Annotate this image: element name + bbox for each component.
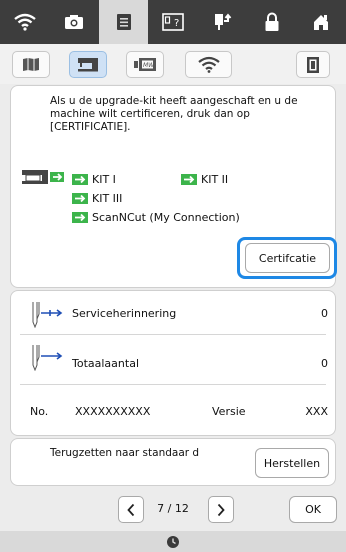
kit-label: ScanNCut (My Connection) bbox=[92, 211, 240, 224]
sewing-machine-icon bbox=[78, 58, 98, 72]
wifi-icon bbox=[197, 56, 220, 73]
tab-lock[interactable] bbox=[247, 0, 296, 44]
certificate-button[interactable]: Certifcatie bbox=[245, 243, 330, 273]
next-page-button[interactable] bbox=[208, 496, 234, 523]
tab-needle[interactable] bbox=[198, 0, 247, 44]
total-count-value: 0 bbox=[321, 357, 328, 370]
reset-description: Terugzetten naar standaar d bbox=[50, 447, 200, 459]
wifi-icon bbox=[13, 13, 36, 31]
lock-icon bbox=[265, 12, 279, 31]
service-reminder-value: 0 bbox=[321, 307, 328, 320]
help-screen-icon: ? bbox=[162, 13, 184, 31]
embroidery-icon: MW bbox=[134, 58, 156, 71]
camera-icon bbox=[65, 15, 84, 29]
chevron-right-icon bbox=[217, 503, 225, 516]
svg-text:?: ? bbox=[174, 18, 179, 29]
page-separator: / bbox=[167, 502, 172, 515]
divider bbox=[20, 334, 326, 335]
bottom-status-bar bbox=[0, 531, 346, 552]
kit-item: KIT I bbox=[72, 173, 116, 186]
top-tab-bar: ? bbox=[0, 0, 346, 44]
page-current: 7 bbox=[157, 502, 165, 515]
machine-upgrade-icon bbox=[22, 170, 64, 184]
clock-icon bbox=[167, 535, 179, 548]
subtab-wireless[interactable] bbox=[185, 51, 232, 78]
screen-frame-icon bbox=[307, 56, 319, 73]
needle-up-icon bbox=[215, 13, 232, 30]
home-icon bbox=[314, 15, 329, 30]
version-label: Versie bbox=[212, 405, 246, 418]
kit-item: ScanNCut (My Connection) bbox=[72, 211, 240, 224]
subtab-sewing[interactable] bbox=[69, 51, 107, 78]
reset-button[interactable]: Herstellen bbox=[255, 448, 329, 478]
sub-tab-bar bbox=[0, 44, 346, 84]
page-total: 12 bbox=[174, 502, 189, 515]
subtab-embroidery[interactable]: MW bbox=[126, 51, 164, 78]
kit-item: KIT III bbox=[72, 192, 122, 205]
page-indicator: 7 / 12 bbox=[148, 502, 198, 515]
service-reminder-label: Serviceherinnering bbox=[72, 307, 177, 320]
service-needle-icon bbox=[32, 302, 63, 328]
subtab-screen[interactable] bbox=[296, 51, 330, 78]
tab-settings-document[interactable] bbox=[98, 0, 149, 44]
serial-number-label: No. bbox=[30, 405, 49, 418]
green-arrow-icon bbox=[72, 193, 88, 204]
certification-description: Als u de upgrade-kit heeft aangeschaft e… bbox=[50, 95, 298, 133]
kit-label: KIT III bbox=[92, 192, 123, 205]
chevron-left-icon bbox=[127, 503, 135, 516]
green-arrow-icon bbox=[181, 174, 197, 185]
total-needle-icon bbox=[32, 345, 63, 371]
kit-label: KIT II bbox=[201, 173, 229, 186]
total-count-label: Totaalaantal bbox=[72, 357, 139, 370]
green-arrow-icon bbox=[72, 212, 88, 223]
document-icon bbox=[116, 14, 131, 30]
kit-label: KIT I bbox=[92, 173, 116, 186]
tab-wifi[interactable] bbox=[0, 0, 49, 44]
book-icon bbox=[23, 58, 39, 71]
tab-camera[interactable] bbox=[49, 0, 98, 44]
version-value: XXX bbox=[305, 405, 328, 418]
green-arrow-icon bbox=[72, 174, 88, 185]
subtab-manual[interactable] bbox=[12, 51, 50, 78]
kit-item: KIT II bbox=[181, 173, 228, 186]
prev-page-button[interactable] bbox=[118, 496, 144, 523]
tab-help[interactable]: ? bbox=[148, 0, 197, 44]
ok-button[interactable]: OK bbox=[289, 496, 337, 523]
serial-number-value: XXXXXXXXXX bbox=[75, 405, 151, 418]
tab-home[interactable] bbox=[297, 0, 346, 44]
svg-text:MW: MW bbox=[143, 62, 155, 69]
divider bbox=[20, 384, 326, 385]
